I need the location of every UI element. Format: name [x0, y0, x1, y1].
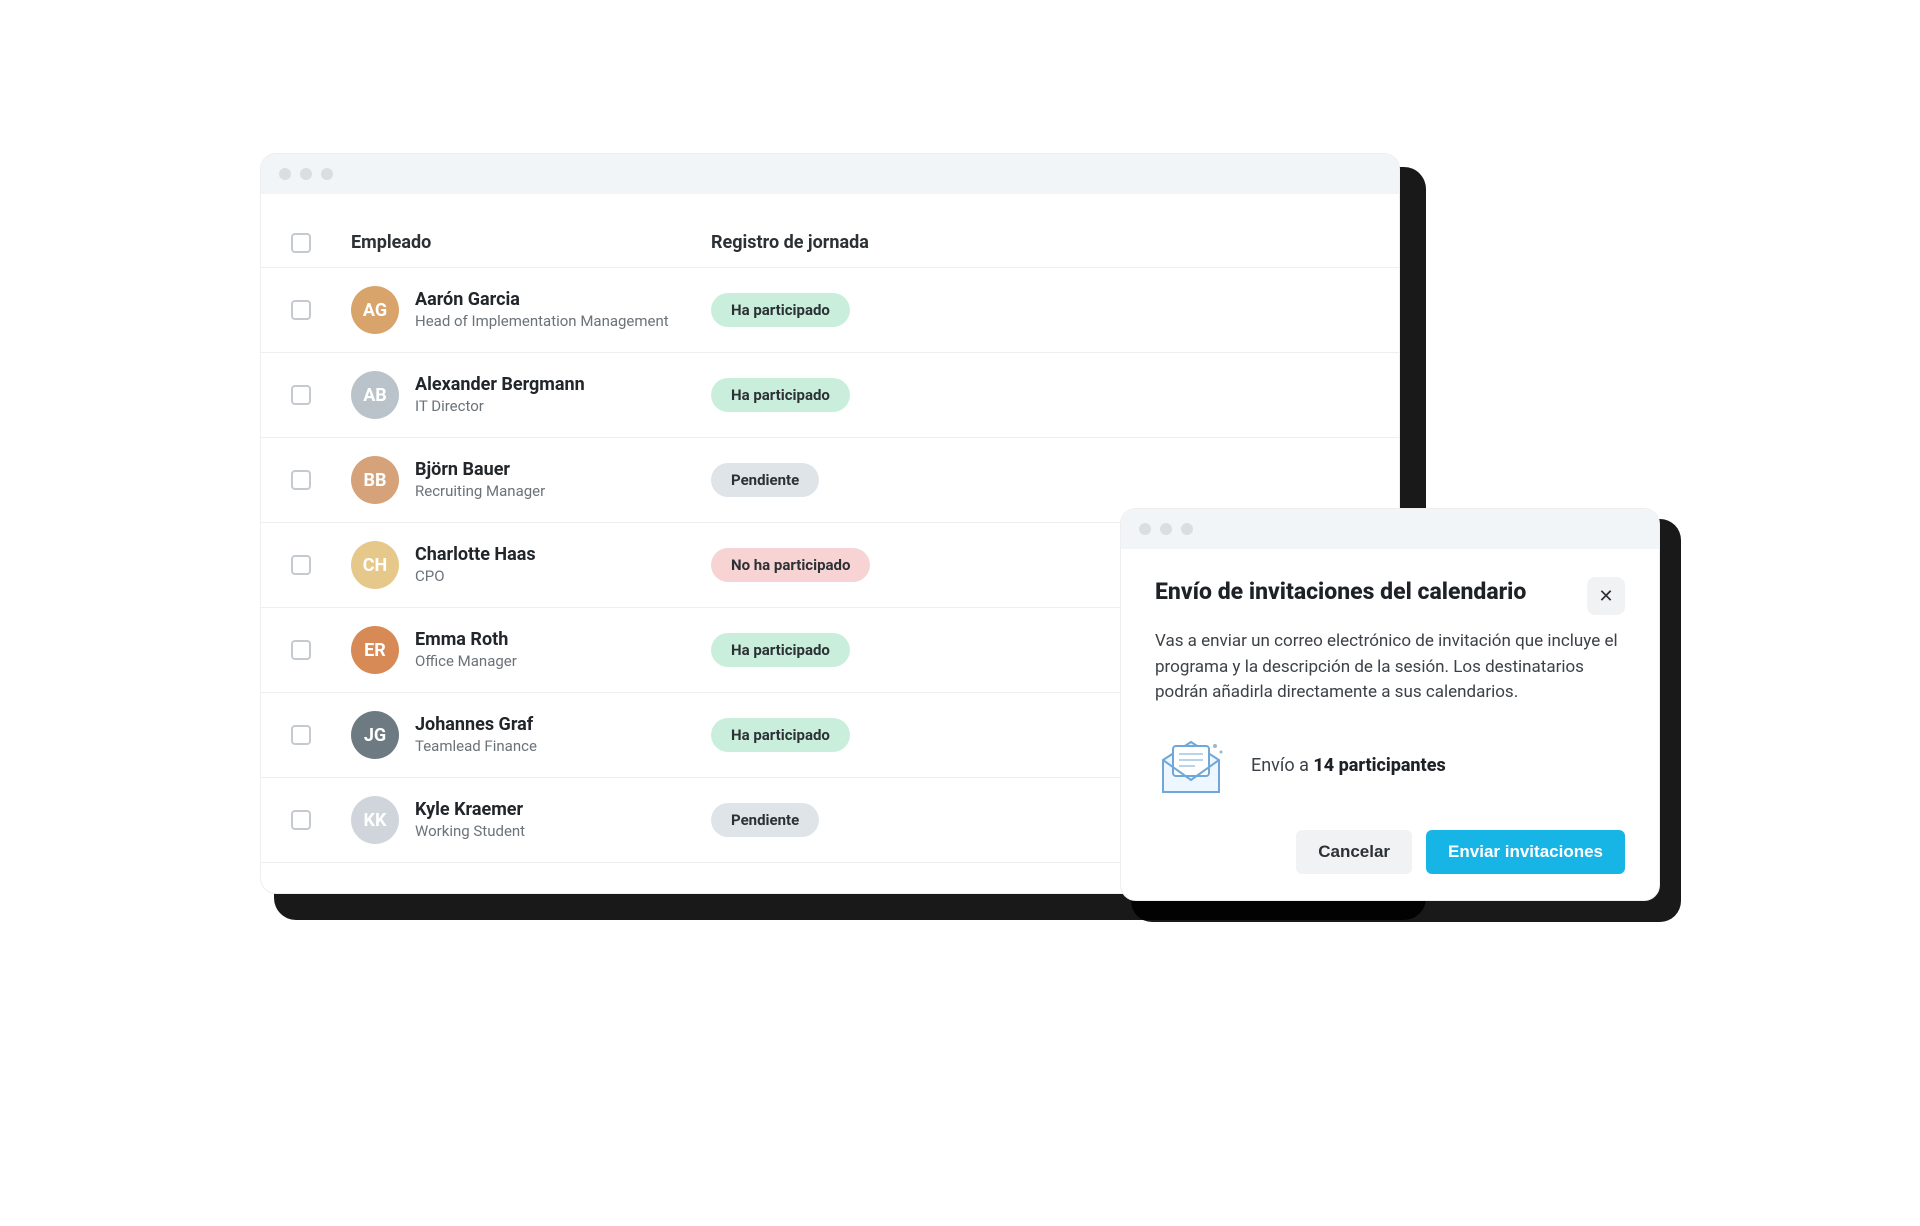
modal-title: Envío de invitaciones del calendario — [1155, 577, 1526, 607]
employee-name: Aarón Garcia — [415, 289, 669, 312]
column-header-employee: Empleado — [351, 232, 431, 253]
status-badge: No ha participado — [711, 548, 870, 582]
send-summary-prefix: Envío a — [1251, 755, 1313, 776]
row-checkbox[interactable] — [291, 300, 311, 320]
row-checkbox[interactable] — [291, 555, 311, 575]
employee-name: Johannes Graf — [415, 714, 537, 737]
avatar: BB — [351, 456, 399, 504]
row-checkbox[interactable] — [291, 385, 311, 405]
avatar: ER — [351, 626, 399, 674]
status-badge: Ha participado — [711, 633, 850, 667]
status-badge: Ha participado — [711, 718, 850, 752]
window-dot — [1181, 523, 1193, 535]
employee-role: Head of Implementation Management — [415, 312, 669, 332]
close-button[interactable]: ✕ — [1587, 577, 1625, 615]
row-checkbox[interactable] — [291, 470, 311, 490]
employee-role: Office Manager — [415, 652, 517, 672]
employee-name: Kyle Kraemer — [415, 799, 525, 822]
window-dot — [321, 168, 333, 180]
employee-name: Alexander Bergmann — [415, 374, 585, 397]
row-checkbox[interactable] — [291, 810, 311, 830]
row-checkbox[interactable] — [291, 640, 311, 660]
employee-name: Björn Bauer — [415, 459, 545, 482]
avatar: KK — [351, 796, 399, 844]
window-dot — [1139, 523, 1151, 535]
modal-description: Vas a enviar un correo electrónico de in… — [1155, 629, 1625, 706]
modal-titlebar — [1121, 509, 1659, 549]
avatar: CH — [351, 541, 399, 589]
avatar: AG — [351, 286, 399, 334]
select-all-checkbox[interactable] — [291, 233, 311, 253]
table-header-row: Empleado Registro de jornada — [261, 218, 1399, 268]
window-dot — [300, 168, 312, 180]
table-row[interactable]: AB Alexander BergmannIT Director Ha partic… — [261, 353, 1399, 438]
avatar: AB — [351, 371, 399, 419]
close-icon: ✕ — [1598, 586, 1613, 607]
row-checkbox[interactable] — [291, 725, 311, 745]
employee-role: IT Director — [415, 397, 585, 417]
employee-role: Working Student — [415, 822, 525, 842]
send-summary-count: 14 participantes — [1313, 755, 1445, 776]
table-row[interactable]: AG Aarón GarciaHead of Implementation Man… — [261, 268, 1399, 353]
cancel-button[interactable]: Cancelar — [1296, 830, 1412, 874]
window-dot — [279, 168, 291, 180]
column-header-status: Registro de jornada — [711, 232, 869, 253]
send-invitations-button[interactable]: Enviar invitaciones — [1426, 830, 1625, 874]
employee-name: Emma Roth — [415, 629, 517, 652]
window-dot — [1160, 523, 1172, 535]
send-summary: Envío a 14 participantes — [1251, 755, 1446, 776]
employee-role: Recruiting Manager — [415, 482, 545, 502]
status-badge: Ha participado — [711, 378, 850, 412]
avatar: JG — [351, 711, 399, 759]
employee-name: Charlotte Haas — [415, 544, 536, 567]
window-titlebar — [261, 154, 1399, 194]
mail-icon — [1155, 736, 1227, 796]
send-invitations-modal: Envío de invitaciones del calendario ✕ V… — [1120, 508, 1660, 901]
status-badge: Ha participado — [711, 293, 850, 327]
status-badge: Pendiente — [711, 463, 819, 497]
employee-role: CPO — [415, 567, 536, 587]
employee-role: Teamlead Finance — [415, 737, 537, 757]
status-badge: Pendiente — [711, 803, 819, 837]
